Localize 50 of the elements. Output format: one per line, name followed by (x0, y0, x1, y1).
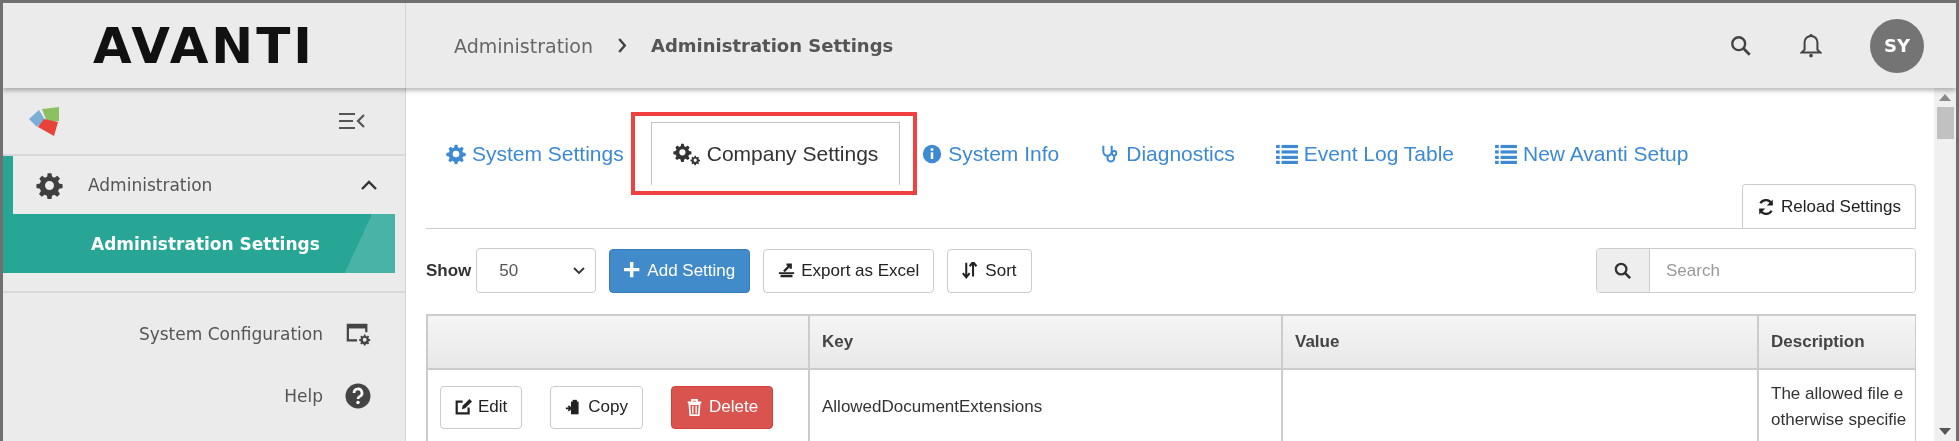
page-size-select[interactable]: 50 (476, 248, 597, 293)
search-field[interactable]: Search (1596, 248, 1916, 293)
tab[interactable]: System Settings (428, 122, 647, 185)
scroll-down-arrow[interactable] (1939, 428, 1951, 435)
edit-icon (455, 398, 472, 416)
edit-button[interactable]: Edit (440, 385, 523, 429)
search-icon (1730, 34, 1752, 57)
menu-collapse-icon (339, 112, 365, 130)
tab[interactable]: Event Log Table (1257, 122, 1477, 185)
avatar[interactable]: SY (1870, 18, 1924, 73)
gear-icon (446, 144, 466, 164)
window-gear-icon (345, 322, 371, 346)
bell-icon (1800, 32, 1822, 59)
sidebar-link[interactable]: Help (284, 386, 323, 406)
sort-icon (962, 262, 980, 279)
tab[interactable]: System Info (904, 122, 1083, 185)
info-icon (922, 144, 943, 164)
caret-up-icon (361, 180, 377, 190)
plus-icon (624, 262, 642, 279)
list-icon (1495, 144, 1517, 164)
tab[interactable]: New Avanti Setup (1477, 122, 1712, 185)
list-icon (1275, 144, 1298, 164)
scroll-thumb[interactable] (1936, 107, 1954, 139)
sidebar-link[interactable]: System Configuration (138, 324, 323, 344)
search-icon (1614, 261, 1632, 280)
logo-text: AVANTI (93, 16, 315, 75)
reload-button[interactable]: Reload Settings (1741, 184, 1916, 228)
show-label: Show (426, 260, 472, 281)
breadcrumb-link[interactable]: Administration (454, 34, 594, 57)
help-icon (345, 383, 371, 409)
add-setting-button[interactable]: Add Setting (609, 248, 751, 293)
export-button[interactable]: Export as Excel (763, 248, 935, 293)
app-logo-icon (27, 105, 59, 137)
tab[interactable]: Company Settings (650, 122, 901, 185)
sort-button[interactable]: Sort (947, 248, 1032, 293)
chevron-right-icon (617, 38, 628, 53)
table-cell: The allowed file e otherwise specifie (1758, 369, 1916, 441)
column-header: Value (1282, 315, 1758, 369)
gear-icon (36, 171, 63, 199)
trash-icon (686, 398, 703, 416)
refresh-icon (1756, 197, 1775, 216)
scrollbar[interactable] (1934, 88, 1956, 441)
delete-button[interactable]: Delete (671, 385, 774, 429)
chevron-down-icon (573, 266, 586, 275)
column-header: Description (1758, 315, 1916, 369)
copy-button[interactable]: Copy (550, 385, 643, 429)
export-icon (778, 262, 796, 279)
tab[interactable]: Diagnostics (1082, 122, 1258, 185)
gears-icon (672, 142, 701, 166)
column-header: Key (809, 315, 1282, 369)
